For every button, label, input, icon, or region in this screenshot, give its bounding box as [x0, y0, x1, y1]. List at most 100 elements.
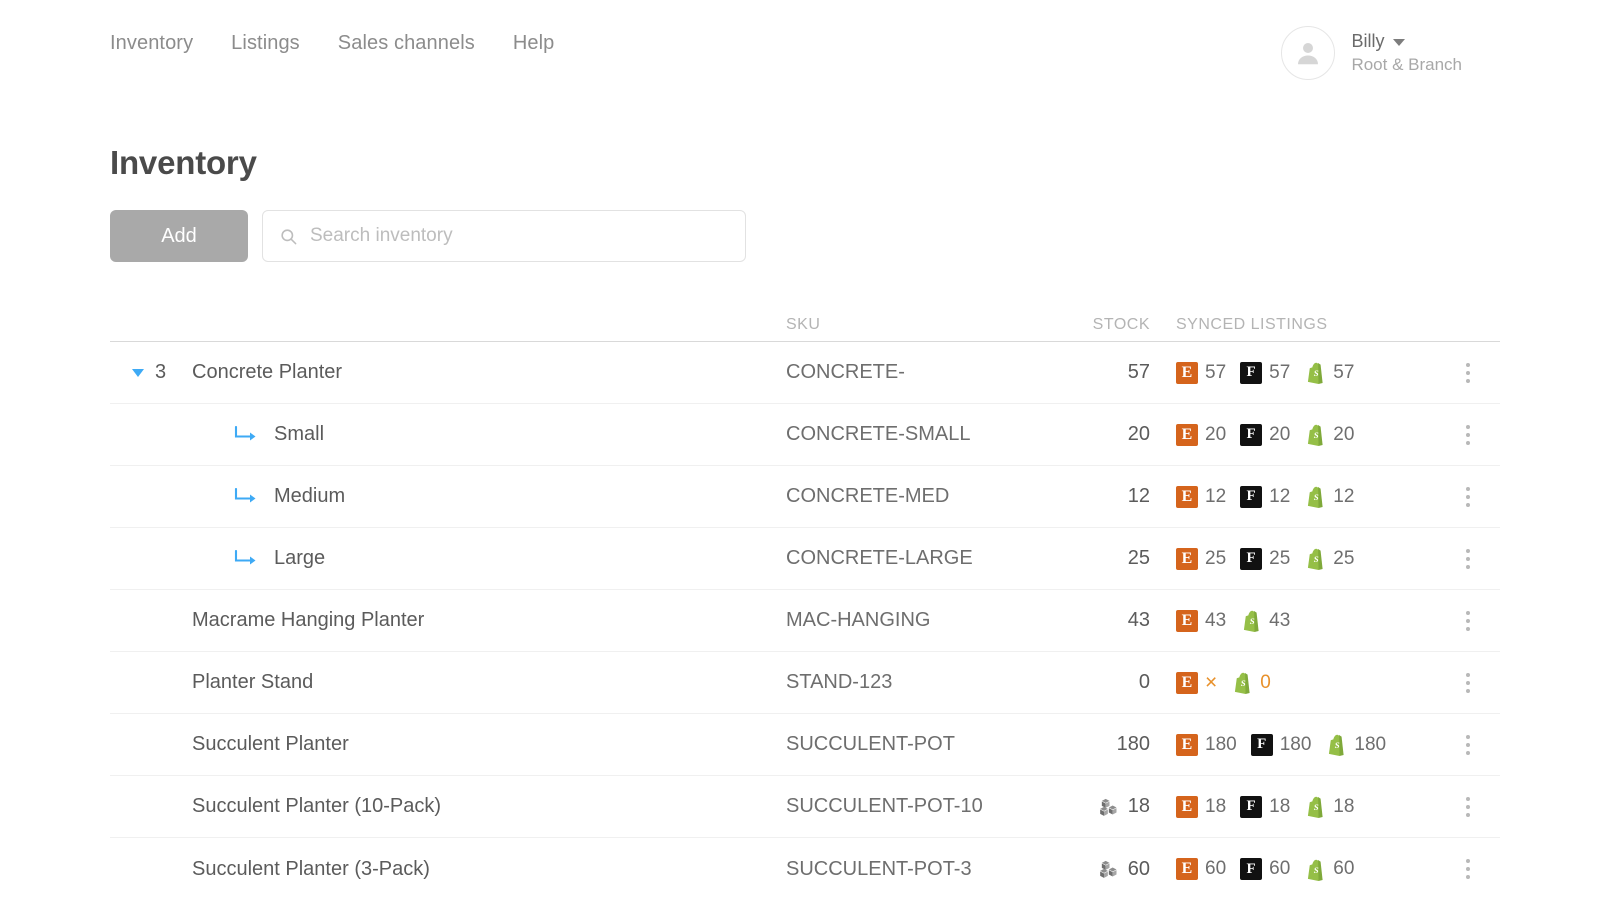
synced-listing-faire[interactable]: F60 — [1240, 858, 1290, 880]
svg-text:S: S — [1314, 430, 1319, 440]
row-menu-cell[interactable] — [1436, 605, 1500, 637]
table-row[interactable]: Succulent Planter (3-Pack)SUCCULENT-POT-… — [110, 838, 1500, 900]
synced-listing-shopify[interactable]: S60 — [1304, 858, 1354, 881]
kebab-menu-icon[interactable] — [1460, 481, 1476, 513]
nav-item-listings[interactable]: Listings — [231, 32, 300, 55]
table-row[interactable]: LargeCONCRETE-LARGE25E25F25S25 — [110, 528, 1500, 590]
svg-text:S: S — [1314, 802, 1319, 812]
name-cell[interactable]: Macrame Hanging Planter — [192, 609, 786, 632]
variant-name: Small — [192, 423, 324, 446]
row-menu-cell[interactable] — [1436, 357, 1500, 389]
kebab-menu-icon[interactable] — [1460, 605, 1476, 637]
add-button[interactable]: Add — [110, 210, 248, 262]
synced-listing-etsy[interactable]: E× — [1176, 672, 1217, 694]
product-name: Medium — [274, 485, 345, 508]
listing-value: 18 — [1205, 796, 1226, 818]
synced-listing-shopify[interactable]: S0 — [1231, 671, 1271, 694]
stock-value: 12 — [1128, 485, 1150, 508]
arrow-child-icon — [234, 426, 260, 444]
table-row[interactable]: 3Concrete PlanterCONCRETE-57E57F57S57 — [110, 342, 1500, 404]
kebab-menu-icon[interactable] — [1460, 357, 1476, 389]
name-cell[interactable]: Medium — [192, 485, 786, 508]
name-cell[interactable]: Concrete Planter — [192, 361, 786, 384]
listing-value: 57 — [1205, 362, 1226, 384]
synced-listing-shopify[interactable]: S12 — [1304, 485, 1354, 508]
synced-listing-etsy[interactable]: E180 — [1176, 734, 1237, 756]
shopify-icon: S — [1304, 795, 1326, 818]
faire-icon: F — [1240, 486, 1262, 508]
product-name: Macrame Hanging Planter — [192, 609, 424, 632]
synced-listing-etsy[interactable]: E12 — [1176, 486, 1226, 508]
shopify-icon: S — [1304, 795, 1326, 818]
expand-toggle-icon[interactable] — [132, 369, 144, 377]
synced-listing-shopify[interactable]: S 43 — [1240, 609, 1290, 632]
kebab-menu-icon[interactable] — [1460, 667, 1476, 699]
chevron-down-icon[interactable] — [1393, 39, 1405, 46]
shopify-icon: S — [1304, 547, 1326, 570]
synced-listing-faire[interactable]: F12 — [1240, 486, 1290, 508]
synced-listing-faire[interactable]: F57 — [1240, 362, 1290, 384]
name-cell[interactable]: Small — [192, 423, 786, 446]
kebab-menu-icon[interactable] — [1460, 419, 1476, 451]
table-row[interactable]: Planter StandSTAND-1230E×S0 — [110, 652, 1500, 714]
synced-listing-shopify[interactable]: S20 — [1304, 423, 1354, 446]
name-cell[interactable]: Succulent Planter (3-Pack) — [192, 858, 786, 881]
table-row[interactable]: SmallCONCRETE-SMALL20E20F20S20 — [110, 404, 1500, 466]
nav-item-help[interactable]: Help — [513, 32, 555, 55]
row-menu-cell[interactable] — [1436, 667, 1500, 699]
listing-value: 180 — [1280, 734, 1312, 756]
synced-listing-shopify[interactable]: S18 — [1304, 795, 1354, 818]
row-menu-cell[interactable] — [1436, 791, 1500, 823]
kebab-menu-icon[interactable] — [1460, 853, 1476, 885]
row-menu-cell[interactable] — [1436, 543, 1500, 575]
table-row[interactable]: Succulent PlanterSUCCULENT-POT180E180F18… — [110, 714, 1500, 776]
kebab-menu-icon[interactable] — [1460, 791, 1476, 823]
synced-listings-cell: E12 F12 S12 — [1150, 485, 1436, 508]
listing-value: 43 — [1269, 610, 1290, 632]
nav-item-inventory[interactable]: Inventory — [110, 32, 193, 55]
synced-listing-faire[interactable]: F180 — [1251, 734, 1312, 756]
name-cell[interactable]: Succulent Planter — [192, 733, 786, 756]
synced-listing-faire[interactable]: F18 — [1240, 796, 1290, 818]
name-cell[interactable]: Succulent Planter (10-Pack) — [192, 795, 786, 818]
kebab-menu-icon[interactable] — [1460, 729, 1476, 761]
synced-listing-etsy[interactable]: E57 — [1176, 362, 1226, 384]
user-name-row[interactable]: Billy — [1351, 31, 1462, 52]
row-menu-cell[interactable] — [1436, 481, 1500, 513]
synced-listing-faire[interactable]: F20 — [1240, 424, 1290, 446]
table-row[interactable]: Macrame Hanging PlanterMAC-HANGING43E43S… — [110, 590, 1500, 652]
expand-cell[interactable]: 3 — [110, 361, 192, 384]
name-cell[interactable]: Planter Stand — [192, 671, 786, 694]
listing-value: 57 — [1269, 362, 1290, 384]
inventory-table: SKU STOCK SYNCED LISTINGS 3Concrete Plan… — [110, 308, 1500, 900]
synced-listing-shopify[interactable]: S180 — [1325, 733, 1386, 756]
shopify-icon: S — [1240, 609, 1262, 632]
synced-listing-etsy[interactable]: E25 — [1176, 548, 1226, 570]
synced-listing-etsy[interactable]: E60 — [1176, 858, 1226, 880]
listing-value: 25 — [1205, 548, 1226, 570]
table-row[interactable]: Succulent Planter (10-Pack)SUCCULENT-POT… — [110, 776, 1500, 838]
faire-icon: F — [1240, 424, 1262, 446]
row-menu-cell[interactable] — [1436, 419, 1500, 451]
synced-listing-etsy[interactable]: E18 — [1176, 796, 1226, 818]
synced-listing-faire[interactable]: F25 — [1240, 548, 1290, 570]
synced-listing-shopify[interactable]: S25 — [1304, 547, 1354, 570]
search-box[interactable] — [262, 210, 746, 262]
person-icon — [1293, 38, 1323, 68]
row-menu-cell[interactable] — [1436, 729, 1500, 761]
synced-listing-etsy[interactable]: E20 — [1176, 424, 1226, 446]
table-row[interactable]: MediumCONCRETE-MED12E12F12S12 — [110, 466, 1500, 528]
kebab-menu-icon[interactable] — [1460, 543, 1476, 575]
product-name: Succulent Planter (3-Pack) — [192, 858, 430, 881]
user-menu[interactable]: Billy Root & Branch — [1281, 26, 1480, 80]
synced-listings-cell: E25F25S25 — [1150, 547, 1436, 570]
nav-item-sales-channels[interactable]: Sales channels — [338, 32, 475, 55]
shopify-icon: S — [1304, 423, 1326, 446]
synced-listing-shopify[interactable]: S57 — [1304, 361, 1354, 384]
search-input[interactable] — [310, 211, 729, 261]
product-name: Planter Stand — [192, 671, 313, 694]
name-cell[interactable]: Large — [192, 547, 786, 570]
synced-listing-etsy[interactable]: E43 — [1176, 610, 1226, 632]
row-menu-cell[interactable] — [1436, 853, 1500, 885]
stock-cell: 20 — [1026, 423, 1150, 446]
